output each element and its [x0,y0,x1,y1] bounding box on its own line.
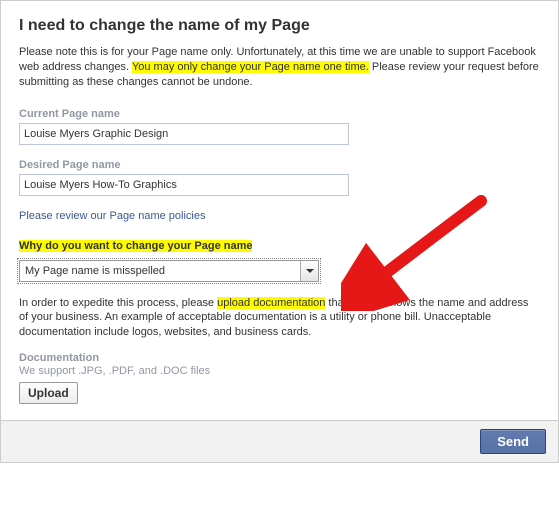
send-button[interactable]: Send [480,429,546,454]
form-panel: I need to change the name of my Page Ple… [0,0,559,421]
expedite-part1: In order to expedite this process, pleas… [19,297,217,309]
documentation-label: Documentation [19,352,540,364]
reason-select[interactable] [19,260,319,282]
policies-block: Please review our Page name policies [19,210,540,222]
desired-name-label: Desired Page name [19,159,540,171]
current-name-input[interactable] [19,123,349,145]
question-label: Why do you want to change your Page name [19,240,252,252]
intro-highlight: You may only change your Page name one t… [132,61,369,73]
current-name-label: Current Page name [19,108,540,120]
question-block: Why do you want to change your Page name [19,240,540,252]
footer-bar: Send [0,421,559,463]
expedite-text: In order to expedite this process, pleas… [19,296,540,341]
policies-link[interactable]: Please review our Page name policies [19,210,206,222]
page-title: I need to change the name of my Page [19,17,540,35]
current-name-field: Current Page name [19,108,540,145]
intro-text: Please note this is for your Page name o… [19,45,540,90]
upload-button[interactable]: Upload [19,382,78,404]
documentation-block: Documentation We support .JPG, .PDF, and… [19,352,540,404]
documentation-hint: We support .JPG, .PDF, and .DOC files [19,365,540,377]
desired-name-field: Desired Page name [19,159,540,196]
reason-select-wrap [19,260,319,282]
expedite-highlight: upload documentation [217,297,325,309]
desired-name-input[interactable] [19,174,349,196]
